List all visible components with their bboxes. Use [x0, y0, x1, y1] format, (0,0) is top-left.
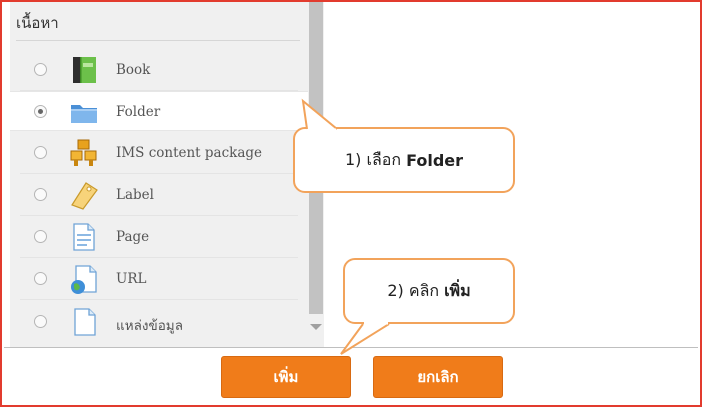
section-divider: [16, 40, 300, 41]
radio-page[interactable]: [34, 230, 47, 243]
radio-file[interactable]: [34, 315, 47, 328]
folder-icon: [68, 96, 100, 128]
ims-package-icon: [68, 137, 100, 169]
module-label-folder: Folder: [116, 104, 161, 120]
callout-tail: [301, 98, 338, 132]
url-globe-icon: [68, 263, 100, 295]
module-item-label[interactable]: Label: [10, 175, 308, 216]
radio-ims-content-package[interactable]: [34, 146, 47, 159]
module-label-ims-content-package: IMS content package: [116, 145, 263, 161]
callout-step-1-bold: Folder: [406, 150, 464, 170]
row-divider: [20, 299, 298, 300]
row-divider: [20, 173, 298, 174]
callout-tail: [340, 321, 390, 355]
file-icon: [68, 306, 100, 338]
module-item-folder[interactable]: Folder: [10, 91, 308, 131]
callout-step-1: 1) เลือก Folder: [293, 98, 515, 193]
module-item-page[interactable]: Page: [10, 217, 308, 258]
scroll-down-arrow-icon[interactable]: [310, 324, 322, 330]
radio-label[interactable]: [34, 188, 47, 201]
section-title: เนื้อหา: [16, 14, 59, 32]
module-item-file[interactable]: แหล่งข้อมูล: [10, 302, 308, 342]
callout-step-2-prefix: 2) คลิก: [387, 280, 440, 300]
module-item-url[interactable]: URL: [10, 259, 308, 300]
module-label-url: URL: [116, 271, 147, 287]
cancel-button[interactable]: ยกเลิก: [373, 356, 503, 398]
module-label-book: Book: [116, 62, 151, 78]
module-label-label: Label: [116, 187, 154, 203]
row-divider: [20, 257, 298, 258]
row-divider: [20, 215, 298, 216]
dialog-frame: เนื้อหา Book Folder IMS content package …: [0, 0, 702, 407]
callout-step-2: 2) คลิก เพิ่ม: [340, 258, 515, 355]
callout-step-2-bold: เพิ่ม: [444, 280, 471, 300]
label-tag-icon: [68, 179, 100, 211]
book-icon: [68, 54, 100, 86]
module-item-book[interactable]: Book: [10, 50, 308, 91]
radio-folder[interactable]: [34, 105, 47, 118]
module-label-page: Page: [116, 229, 150, 245]
page-icon: [68, 221, 100, 253]
module-item-ims-content-package[interactable]: IMS content package: [10, 133, 308, 174]
callout-step-1-prefix: 1) เลือก: [344, 149, 402, 169]
radio-book[interactable]: [34, 63, 47, 76]
module-label-file: แหล่งข้อมูล: [116, 318, 183, 334]
add-button[interactable]: เพิ่ม: [221, 356, 351, 398]
module-chooser-list: เนื้อหา Book Folder IMS content package …: [10, 2, 308, 347]
radio-url[interactable]: [34, 272, 47, 285]
